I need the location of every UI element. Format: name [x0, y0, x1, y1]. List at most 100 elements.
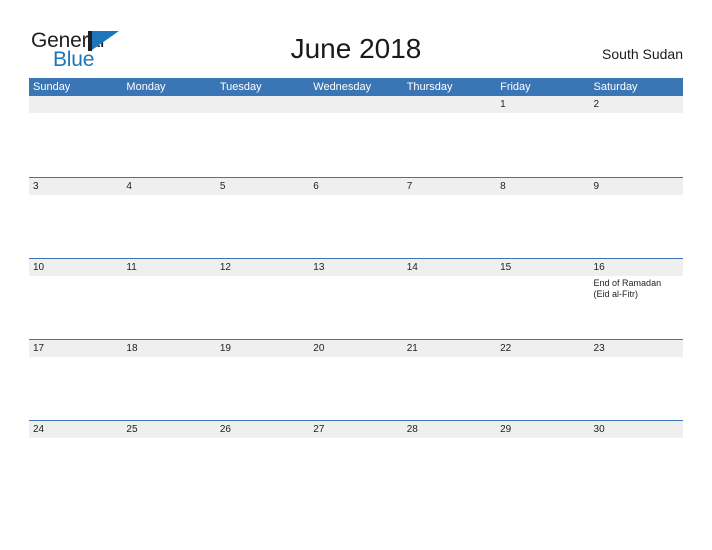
day-cell-4[interactable]: 4	[122, 178, 215, 195]
day-events-7[interactable]	[403, 195, 496, 259]
day-cell-13[interactable]: 13	[309, 259, 402, 276]
weekday-header-row: Sunday Monday Tuesday Wednesday Thursday Frid…	[29, 78, 683, 96]
weekday-header-tuesday: Tuesday	[219, 81, 262, 93]
day-cell-1[interactable]: 1	[496, 96, 589, 113]
day-events-28[interactable]	[403, 438, 496, 502]
day-cell-19[interactable]: 19	[216, 340, 309, 357]
day-events-14[interactable]	[403, 276, 496, 340]
day-events-17[interactable]	[29, 357, 122, 421]
day-events-13[interactable]	[309, 276, 402, 340]
day-number: 19	[219, 343, 231, 354]
day-number: 23	[593, 343, 605, 354]
day-events-24[interactable]	[29, 438, 122, 502]
day-events-empty	[309, 113, 402, 177]
week-date-strip: 12	[29, 96, 683, 113]
day-events-15[interactable]	[496, 276, 589, 340]
day-cell-10[interactable]: 10	[29, 259, 122, 276]
day-number: 9	[593, 181, 600, 192]
day-cell-26[interactable]: 26	[216, 421, 309, 438]
day-cell-28[interactable]: 28	[403, 421, 496, 438]
day-events-27[interactable]	[309, 438, 402, 502]
calendar-week-row: 24 25 26 27 28 29 30	[29, 420, 683, 502]
day-cell-25[interactable]: 25	[122, 421, 215, 438]
day-cell-2[interactable]: 2	[590, 96, 683, 113]
day-number: 4	[126, 181, 132, 192]
week-event-area	[29, 113, 683, 177]
day-cell-21[interactable]: 21	[403, 340, 496, 357]
page-header: General Blue June 2018 South Sudan	[0, 0, 712, 78]
day-events-8[interactable]	[496, 195, 589, 259]
day-events-4[interactable]	[122, 195, 215, 259]
country-label: South Sudan	[602, 46, 683, 62]
day-events-18[interactable]	[122, 357, 215, 421]
day-cell-23[interactable]: 23	[590, 340, 683, 357]
day-events-empty	[216, 113, 309, 177]
day-events-empty	[403, 113, 496, 177]
day-cell-14[interactable]: 14	[403, 259, 496, 276]
day-cell-3[interactable]: 3	[29, 178, 122, 195]
day-cell-18[interactable]: 18	[122, 340, 215, 357]
day-events-empty	[122, 113, 215, 177]
day-cell-empty	[309, 96, 402, 113]
day-number: 13	[313, 262, 325, 273]
week-date-strip: 24 25 26 27 28 29 30	[29, 420, 683, 438]
day-number: 16	[593, 262, 605, 273]
day-events-9[interactable]	[590, 195, 683, 259]
day-events-30[interactable]	[590, 438, 683, 502]
day-events-2[interactable]	[590, 113, 683, 177]
day-events-5[interactable]	[216, 195, 309, 259]
day-cell-30[interactable]: 30	[590, 421, 683, 438]
day-events-10[interactable]	[29, 276, 122, 340]
day-cell-16[interactable]: 16	[590, 259, 683, 276]
day-events-16[interactable]: End of Ramadan (Eid al-Fitr)	[590, 276, 683, 340]
day-events-29[interactable]	[496, 438, 589, 502]
day-events-20[interactable]	[309, 357, 402, 421]
calendar-weeks: 1 2 3 4 5 6 7 8 9 10 11 12 13 14 15 16 End of Ramadan (E…	[29, 96, 683, 502]
day-events-3[interactable]	[29, 195, 122, 259]
day-number: 18	[126, 343, 138, 354]
day-events-11[interactable]	[122, 276, 215, 340]
day-events-26[interactable]	[216, 438, 309, 502]
day-events-22[interactable]	[496, 357, 589, 421]
week-event-area	[29, 357, 683, 421]
day-cell-9[interactable]: 9	[590, 178, 683, 195]
day-cell-empty	[122, 96, 215, 113]
day-cell-20[interactable]: 20	[309, 340, 402, 357]
calendar-week-row: 17 18 19 20 21 22 23	[29, 339, 683, 421]
day-number: 21	[406, 343, 418, 354]
day-events-23[interactable]	[590, 357, 683, 421]
day-cell-6[interactable]: 6	[309, 178, 402, 195]
day-number: 5	[219, 181, 226, 192]
day-cell-15[interactable]: 15	[496, 259, 589, 276]
day-cell-empty	[216, 96, 309, 113]
day-events-19[interactable]	[216, 357, 309, 421]
day-cell-24[interactable]: 24	[29, 421, 122, 438]
day-number: 1	[500, 99, 506, 110]
day-cell-8[interactable]: 8	[496, 178, 589, 195]
day-events-6[interactable]	[309, 195, 402, 259]
day-cell-22[interactable]: 22	[496, 340, 589, 357]
day-events-21[interactable]	[403, 357, 496, 421]
day-cell-7[interactable]: 7	[403, 178, 496, 195]
day-events-1[interactable]	[496, 113, 589, 177]
day-cell-empty	[403, 96, 496, 113]
day-events-25[interactable]	[122, 438, 215, 502]
week-event-area	[29, 195, 683, 259]
weekday-header-monday: Monday	[126, 81, 166, 93]
day-cell-27[interactable]: 27	[309, 421, 402, 438]
day-cell-12[interactable]: 12	[216, 259, 309, 276]
week-event-area	[29, 438, 683, 502]
week-date-strip: 17 18 19 20 21 22 23	[29, 339, 683, 357]
day-number: 22	[500, 343, 512, 354]
day-cell-11[interactable]: 11	[122, 259, 215, 276]
day-cell-17[interactable]: 17	[29, 340, 122, 357]
weekday-header-wednesday: Wednesday	[313, 81, 372, 93]
day-cell-29[interactable]: 29	[496, 421, 589, 438]
day-number: 28	[406, 424, 418, 435]
day-events-12[interactable]	[216, 276, 309, 340]
day-number: 12	[219, 262, 231, 273]
day-number: 26	[219, 424, 231, 435]
day-cell-5[interactable]: 5	[216, 178, 309, 195]
day-number: 30	[593, 424, 605, 435]
calendar-week-row: 3 4 5 6 7 8 9	[29, 177, 683, 259]
